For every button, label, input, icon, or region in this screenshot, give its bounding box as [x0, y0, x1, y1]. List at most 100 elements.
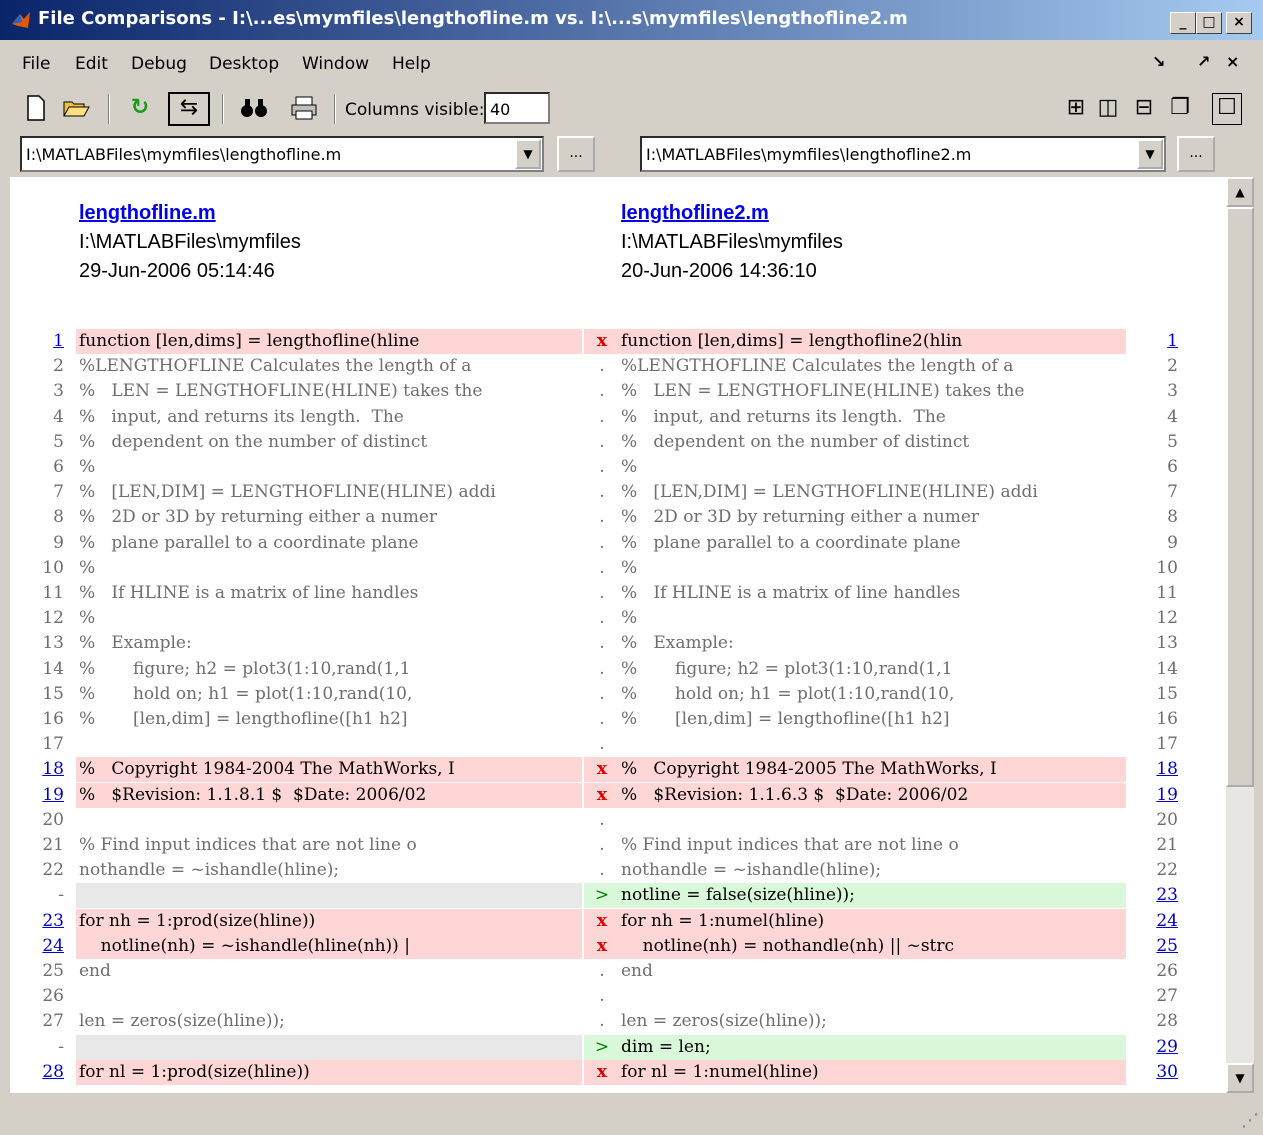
scroll-down-icon[interactable]: ▼	[1226, 1063, 1254, 1093]
chevron-down-icon[interactable]: ▼	[1137, 139, 1163, 169]
print-icon[interactable]	[288, 92, 320, 124]
diff-marker: .	[599, 557, 605, 578]
scroll-thumb[interactable]	[1226, 207, 1254, 787]
resize-grip-icon[interactable]: ⋰	[1241, 1110, 1259, 1131]
menu-edit[interactable]: Edit	[75, 54, 108, 74]
diff-marker: .	[599, 835, 605, 855]
left-line-background	[76, 883, 582, 909]
float-windows-icon[interactable]: ❐	[1166, 94, 1194, 124]
left-line-number[interactable]: 28	[10, 1062, 64, 1082]
right-line-number: 8	[1167, 507, 1178, 528]
right-file-dir: I:\MATLABFiles\mymfiles	[621, 231, 843, 253]
left-line-text: len = zeros(size(hline));	[79, 1011, 285, 1032]
right-line-text: % [len,dim] = lengthofline([h1 h2]	[621, 709, 950, 729]
left-line-number: 14	[42, 658, 64, 679]
close-button[interactable]: ×	[1226, 12, 1252, 34]
open-folder-icon[interactable]	[60, 92, 92, 124]
right-line-number[interactable]: 24	[1126, 911, 1178, 931]
diff-marker: .	[599, 709, 605, 729]
left-browse-button[interactable]: ...	[557, 136, 595, 172]
toolbar-separator	[222, 94, 224, 124]
diff-marker: .	[599, 507, 605, 528]
diff-marker: .	[599, 532, 605, 553]
menu-window[interactable]: Window	[302, 54, 369, 74]
columns-visible-input[interactable]: 40	[484, 92, 550, 124]
left-line-number: -	[58, 1036, 64, 1057]
right-line-number[interactable]: 18	[1126, 759, 1178, 779]
diff-marker: >	[594, 1036, 610, 1057]
diff-marker: .	[599, 482, 605, 503]
right-line-text: function [len,dims] = lengthofline2(hlin	[621, 331, 963, 351]
right-line-text: len = zeros(size(hline));	[621, 1011, 827, 1032]
right-line-number: 3	[1167, 381, 1178, 402]
right-line-number: 17	[1156, 734, 1178, 755]
diff-marker: .	[599, 734, 605, 755]
new-file-icon[interactable]	[20, 92, 52, 124]
menu-desktop[interactable]: Desktop	[209, 54, 279, 74]
chevron-down-icon[interactable]: ▼	[515, 139, 541, 169]
top-bottom-split-icon[interactable]: ⊟	[1130, 94, 1158, 124]
right-line-number[interactable]: 25	[1126, 936, 1178, 956]
left-line-number[interactable]: 24	[10, 936, 64, 956]
find-binoculars-icon[interactable]	[238, 92, 270, 124]
left-line-text: % plane parallel to a coordinate plane	[79, 532, 419, 553]
right-line-number[interactable]: 19	[1126, 785, 1178, 805]
left-file-dir: I:\MATLABFiles\mymfiles	[79, 231, 301, 253]
left-right-split-icon[interactable]: ◫	[1094, 94, 1122, 124]
right-line-text: % input, and returns its length. The	[621, 406, 946, 427]
right-line-number[interactable]: 29	[1126, 1037, 1178, 1057]
right-line-number[interactable]: 30	[1126, 1062, 1178, 1082]
left-line-background	[76, 808, 582, 833]
left-line-number[interactable]: 18	[10, 759, 64, 779]
left-file-link[interactable]: lengthofline.m	[79, 199, 301, 228]
left-line-number[interactable]: 19	[10, 785, 64, 805]
title-bar: File Comparisons - I:\...es\mymfiles\len…	[0, 0, 1263, 40]
right-line-number[interactable]: 23	[1126, 885, 1178, 905]
maximize-layout-icon[interactable]: ☐	[1212, 93, 1242, 125]
left-line-number: 8	[53, 507, 64, 528]
right-line-text: % Copyright 1984-2005 The MathWorks, I	[621, 759, 997, 780]
left-line-number[interactable]: 23	[10, 911, 64, 931]
right-browse-button[interactable]: ...	[1177, 136, 1215, 172]
menu-help[interactable]: Help	[392, 54, 431, 74]
minimize-button[interactable]: _	[1170, 12, 1196, 34]
swap-sides-icon[interactable]: ⇆	[168, 92, 210, 126]
right-file-selector[interactable]: I:\MATLABFiles\mymfiles\lengthofline2.m …	[640, 136, 1166, 172]
diff-row: 18 % Copyright 1984-2004 The MathWorks, I…	[10, 757, 1226, 783]
left-line-number: 16	[42, 709, 64, 729]
comparison-pane: lengthofline.m I:\MATLABFiles\mymfiles 2…	[10, 177, 1226, 1093]
left-line-number: 27	[42, 1011, 64, 1032]
left-line-number: 15	[42, 683, 64, 704]
left-file-selector[interactable]: I:\MATLABFiles\mymfiles\lengthofline.m ▼	[20, 136, 544, 172]
diff-marker: .	[599, 860, 605, 881]
maximize-button[interactable]: □	[1196, 12, 1222, 34]
left-line-number: 4	[53, 406, 64, 427]
right-line-text: % [LEN,DIM] = LENGTHOFLINE(HLINE) addi	[621, 482, 1038, 503]
columns-visible-label: Columns visible:	[345, 100, 485, 120]
left-line-text: % input, and returns its length. The	[79, 406, 404, 427]
dock-icon[interactable]: ↘	[1152, 52, 1165, 71]
diff-marker: .	[599, 1011, 605, 1032]
right-line-number: 21	[1156, 835, 1178, 855]
matlab-logo-icon	[12, 12, 30, 28]
menu-bar: File Edit Debug Desktop Window Help ↘ ↗ …	[0, 44, 1263, 84]
right-line-number: 27	[1156, 986, 1178, 1007]
right-line-number: 15	[1156, 683, 1178, 704]
right-line-text: %	[621, 457, 638, 477]
scroll-up-icon[interactable]: ▲	[1226, 177, 1254, 207]
menu-debug[interactable]: Debug	[131, 54, 187, 74]
left-line-number: 6	[53, 457, 64, 477]
menu-file[interactable]: File	[22, 54, 50, 74]
left-line-number[interactable]: 1	[10, 331, 64, 351]
vertical-scrollbar[interactable]: ▲ ▼	[1226, 177, 1254, 1093]
refresh-icon[interactable]: ↻	[124, 92, 156, 124]
left-line-number: 13	[42, 633, 64, 654]
tile-grid-icon[interactable]: ⊞	[1062, 94, 1090, 124]
undock-icon[interactable]: ↗	[1197, 52, 1210, 71]
right-file-link[interactable]: lengthofline2.m	[621, 199, 843, 228]
left-line-background	[76, 1034, 582, 1060]
close-document-icon[interactable]: ×	[1226, 52, 1239, 71]
right-line-number: 12	[1156, 608, 1178, 629]
right-line-number[interactable]: 1	[1126, 331, 1178, 351]
diff-row: 22 nothandle = ~ishandle(hline);. nothandl…	[10, 858, 1226, 883]
